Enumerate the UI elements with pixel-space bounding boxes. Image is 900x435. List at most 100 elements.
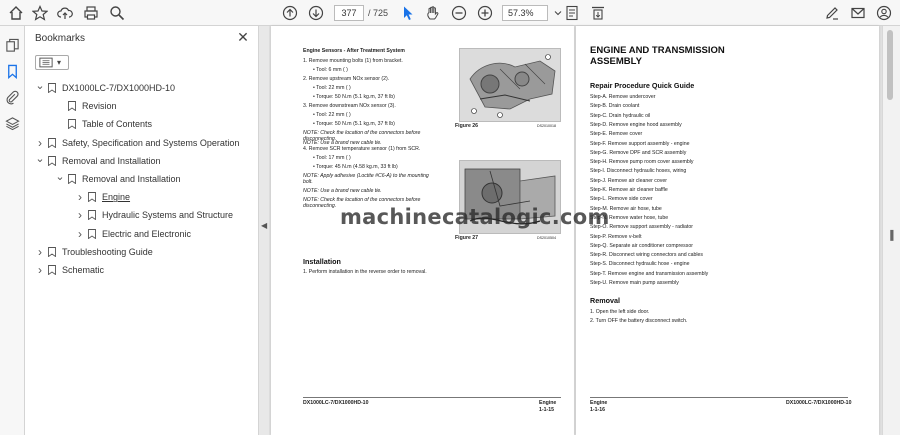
chevron-down-icon[interactable]: ⌄	[35, 152, 45, 165]
bookmark-label: Table of Contents	[82, 119, 153, 130]
installation-heading: Installation	[303, 257, 341, 266]
quick-guide-step[interactable]: Step-Q. Separate air conditioner compres…	[590, 243, 693, 249]
quick-guide-step[interactable]: Step-E. Remove cover	[590, 131, 642, 137]
bookmark-label: DX1000LC-7/DX1000HD-10	[62, 83, 176, 93]
quick-guide-step[interactable]: Step-D. Remove engine hood assembly	[590, 122, 682, 128]
figure-26-image	[459, 48, 561, 122]
quick-guide-step[interactable]: Step-L. Remove side cover	[590, 196, 653, 202]
procedure-line: • Tool: 22 mm ( )	[313, 112, 351, 118]
bookmark-item[interactable]: › Hydraulic Systems and Structure	[75, 207, 233, 223]
account-icon[interactable]	[874, 3, 894, 23]
search-icon[interactable]	[107, 3, 127, 23]
bookmark-flag-icon	[68, 101, 76, 112]
document-view[interactable]: Engine Sensors - After Treatment System …	[269, 26, 882, 435]
upload-cloud-icon[interactable]	[55, 3, 75, 23]
chapter-title-line-2: ASSEMBLY	[590, 56, 642, 67]
chevron-right-icon[interactable]: ›	[35, 263, 45, 277]
bookmark-item[interactable]: ⌄ Removal and Installation	[35, 153, 161, 169]
bookmark-item[interactable]: Revision	[55, 98, 117, 114]
removal-heading: Removal	[590, 296, 620, 305]
chevron-right-icon[interactable]: ›	[75, 208, 85, 222]
email-icon[interactable]	[848, 3, 868, 23]
close-icon: ✕	[237, 29, 249, 45]
chapter-title-line-1: ENGINE AND TRANSMISSION	[590, 45, 725, 56]
quick-guide-step[interactable]: Step-B. Drain coolant	[590, 103, 639, 109]
quick-guide-step[interactable]: Step-T. Remove engine and transmission a…	[590, 271, 708, 277]
zoom-in-icon[interactable]	[475, 3, 495, 23]
footer-page-number: 1-1-16	[590, 407, 605, 413]
print-icon[interactable]	[81, 3, 101, 23]
footer-section: Engine	[539, 400, 557, 406]
bookmark-flag-icon	[68, 174, 76, 184]
procedure-line: disconnecting.	[303, 203, 337, 209]
quick-guide-step[interactable]: Step-K. Remove air cleaner baffle	[590, 187, 668, 193]
quick-guide-step[interactable]: Step-S. Disconnect hydraulic hose - engi…	[590, 261, 689, 267]
quick-guide-step[interactable]: Step-A. Remove undercover	[590, 94, 655, 100]
quick-guide-step[interactable]: Step-J. Remove air cleaner cover	[590, 178, 667, 184]
select-cursor-icon[interactable]	[398, 3, 418, 23]
attachment-icon[interactable]	[5, 90, 20, 105]
procedure-line: • Tool: 17 mm ( )	[313, 155, 351, 161]
quick-guide-step[interactable]: Step-H. Remove pump room cover assembly	[590, 159, 694, 165]
quick-guide-step[interactable]: Step-G. Remove DPF and SCR assembly	[590, 150, 686, 156]
bookmark-label: Safety, Specification and Systems Operat…	[62, 137, 240, 148]
caret-left-icon: ◀	[261, 221, 268, 230]
procedure-line: NOTE: Use a brand new cable tie.	[303, 188, 382, 194]
removal-step: 2. Turn OFF the battery disconnect switc…	[590, 318, 688, 324]
bookmark-item[interactable]: › Engine	[75, 189, 130, 205]
quick-guide-step[interactable]: Step-U. Remove main pump assembly	[590, 280, 679, 286]
quick-guide-step[interactable]: Step-I. Disconnect hydraulic hoses, wiri…	[590, 168, 686, 174]
chevron-down-icon[interactable]: ⌄	[55, 170, 65, 183]
page-fit-icon[interactable]	[562, 3, 582, 23]
bookmark-item[interactable]: Table of Contents	[55, 116, 152, 132]
bookmark-item[interactable]: › Safety, Specification and Systems Opera…	[35, 135, 239, 151]
quick-guide-step[interactable]: Step-P. Remove v-belt	[590, 234, 642, 240]
chevron-down-icon[interactable]: ⌄	[35, 79, 45, 92]
scroll-mode-icon[interactable]	[588, 3, 608, 23]
installation-step: 1. Perform installation in the reverse o…	[303, 269, 427, 275]
figure-26-code: DS2010018	[537, 124, 556, 128]
page-thumbnails-icon[interactable]	[5, 38, 20, 53]
sign-pen-icon[interactable]	[822, 3, 842, 23]
quick-guide-step[interactable]: Step-F. Remove support assembly - engine	[590, 141, 689, 147]
next-page-icon[interactable]	[306, 3, 326, 23]
procedure-line: • Tool: 6 mm ( )	[313, 67, 348, 73]
footer-model: DX1000LC-7/DX1000HD-10	[786, 400, 852, 406]
bookmark-label: Engine	[102, 192, 131, 203]
star-icon[interactable]	[30, 3, 50, 23]
zoom-level-input[interactable]: 57.3%	[502, 5, 548, 21]
bookmark-item[interactable]: › Troubleshooting Guide	[35, 244, 153, 260]
home-icon[interactable]	[6, 3, 26, 23]
bookmark-item[interactable]: ⌄ DX1000LC-7/DX1000HD-10	[35, 80, 175, 96]
quick-guide-step[interactable]: Step-C. Drain hydraulic oil	[590, 113, 650, 119]
chevron-down-icon: ▾	[57, 58, 62, 67]
quick-guide-step[interactable]: Step-R. Disconnect wiring connectors and…	[590, 252, 703, 258]
panel-collapse-handle[interactable]: ◀	[259, 26, 269, 435]
close-panel-button[interactable]: ✕	[235, 29, 251, 46]
chevron-right-icon[interactable]: ›	[75, 227, 85, 241]
chevron-right-icon[interactable]: ›	[75, 190, 85, 204]
hand-tool-icon[interactable]	[423, 3, 443, 23]
bookmark-label: Hydraulic Systems and Structure	[102, 210, 234, 221]
bookmark-flag-icon	[68, 119, 76, 130]
bookmark-item[interactable]: › Electric and Electronic	[75, 226, 191, 242]
layers-icon[interactable]	[5, 116, 20, 131]
vertical-scrollbar[interactable]: ▐	[882, 26, 900, 435]
bookmark-label: Troubleshooting Guide	[62, 246, 153, 257]
procedure-line: • Tool: 22 mm ( )	[313, 85, 351, 91]
previous-page-icon[interactable]	[280, 3, 300, 23]
page-number-input[interactable]: 377	[334, 5, 364, 21]
bookmark-icon[interactable]	[5, 64, 20, 80]
scrollbar-thumb[interactable]	[887, 30, 893, 100]
chevron-right-icon[interactable]: ›	[35, 245, 45, 259]
chevron-right-icon[interactable]: ›	[35, 136, 45, 150]
procedure-line: 1. Remove mounting bolts (1) from bracke…	[303, 58, 403, 64]
bookmark-flag-icon	[48, 137, 56, 148]
list-options-icon	[39, 57, 53, 68]
footer-rule	[303, 397, 561, 398]
bookmark-item[interactable]: › Schematic	[35, 262, 104, 278]
bookmark-options-button[interactable]: ▾	[35, 55, 69, 70]
bookmark-item[interactable]: ⌄ Removal and Installation	[55, 171, 181, 187]
zoom-out-icon[interactable]	[449, 3, 469, 23]
footer-rule	[590, 397, 848, 398]
